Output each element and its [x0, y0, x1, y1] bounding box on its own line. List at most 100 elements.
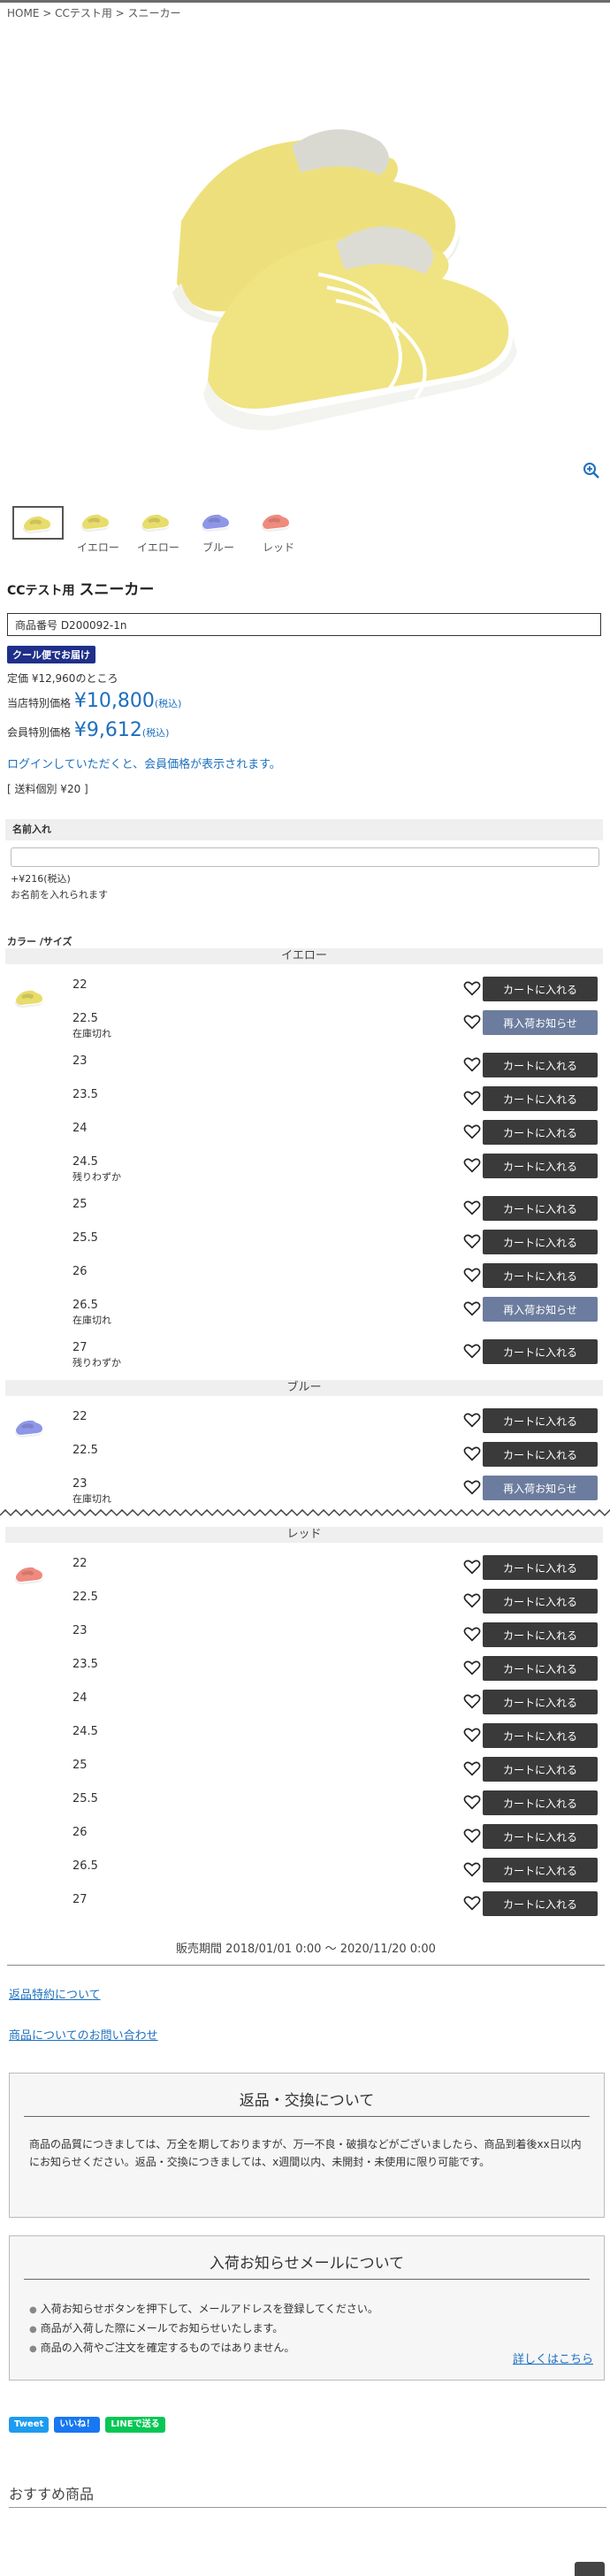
- size-label: 26.5: [72, 1859, 98, 1873]
- table-row: 25 カートに入れる: [5, 1753, 603, 1787]
- add-to-cart-button[interactable]: カートに入れる: [483, 1339, 598, 1364]
- favorite-heart-icon[interactable]: [463, 1233, 481, 1249]
- divider: [24, 2116, 590, 2117]
- add-to-cart-button[interactable]: カートに入れる: [483, 1690, 598, 1714]
- share-buttons: Tweet いいね！ LINEで送る: [9, 2417, 171, 2433]
- size-label: 24: [72, 1691, 88, 1705]
- product-inquiry-link[interactable]: 商品についてのお問い合わせ: [9, 2026, 158, 2043]
- add-to-cart-button[interactable]: カートに入れる: [483, 1442, 598, 1467]
- favorite-heart-icon[interactable]: [463, 1479, 481, 1495]
- thumbnail-1[interactable]: イエロー: [72, 506, 124, 555]
- thumbnail-3[interactable]: ブルー: [193, 506, 244, 555]
- size-label: 23.5: [72, 1088, 98, 1101]
- favorite-heart-icon[interactable]: [463, 1123, 481, 1139]
- table-row: 26 カートに入れる: [5, 1260, 603, 1293]
- add-to-cart-button[interactable]: カートに入れる: [483, 1622, 598, 1647]
- favorite-heart-icon[interactable]: [463, 1861, 481, 1877]
- size-label: 27: [72, 1341, 88, 1354]
- thumbnail-4[interactable]: レッド: [253, 506, 304, 555]
- add-to-cart-button[interactable]: カートに入れる: [483, 1555, 598, 1580]
- favorite-heart-icon[interactable]: [463, 1626, 481, 1642]
- thumbnail-image: [72, 506, 120, 536]
- favorite-heart-icon[interactable]: [463, 1559, 481, 1575]
- thumbnail-image: [12, 506, 64, 540]
- favorite-heart-icon[interactable]: [463, 1343, 481, 1359]
- login-note-link[interactable]: ログインしていただくと、会員価格が表示されます。: [7, 755, 281, 771]
- favorite-heart-icon[interactable]: [463, 1300, 481, 1316]
- add-to-cart-button[interactable]: カートに入れる: [483, 1196, 598, 1221]
- favorite-heart-icon[interactable]: [463, 1592, 481, 1608]
- table-row: 24 カートに入れる: [5, 1686, 603, 1720]
- favorite-heart-icon[interactable]: [463, 1727, 481, 1743]
- size-label: 25: [72, 1759, 88, 1772]
- favorite-heart-icon[interactable]: [463, 1895, 481, 1911]
- thumbnail-label: イエロー: [77, 541, 119, 554]
- favorite-heart-icon[interactable]: [463, 1445, 481, 1461]
- restock-notify-button[interactable]: 再入荷お知らせ: [483, 1297, 598, 1322]
- favorite-heart-icon[interactable]: [463, 1794, 481, 1810]
- favorite-heart-icon[interactable]: [463, 1828, 481, 1844]
- restock-notify-button[interactable]: 再入荷お知らせ: [483, 1010, 598, 1035]
- zoom-in-icon[interactable]: [583, 462, 600, 479]
- name-input[interactable]: [11, 847, 599, 867]
- returns-box-title: 返品・交換について: [239, 2092, 375, 2110]
- thumbnail-0[interactable]: [12, 506, 64, 555]
- add-to-cart-button[interactable]: カートに入れる: [483, 1723, 598, 1748]
- table-row: 26.5 在庫切れ 再入荷お知らせ: [5, 1293, 603, 1327]
- thumbnail-image: [193, 506, 240, 536]
- thumbnail-2[interactable]: イエロー: [133, 506, 184, 555]
- favorite-heart-icon[interactable]: [463, 1014, 481, 1030]
- add-to-cart-button[interactable]: カートに入れる: [483, 977, 598, 1001]
- product-brand: CCテスト用: [7, 584, 75, 598]
- table-row: 22.5 カートに入れる: [5, 1438, 603, 1472]
- favorite-heart-icon[interactable]: [463, 1090, 481, 1106]
- add-to-cart-button[interactable]: カートに入れる: [483, 1589, 598, 1614]
- favorite-heart-icon[interactable]: [463, 1660, 481, 1675]
- favorite-heart-icon[interactable]: [463, 1693, 481, 1709]
- favorite-heart-icon[interactable]: [463, 1267, 481, 1283]
- divider: [24, 2279, 590, 2280]
- add-to-cart-button[interactable]: カートに入れる: [483, 1230, 598, 1254]
- table-row: 25.5 カートに入れる: [5, 1787, 603, 1821]
- add-to-cart-button[interactable]: カートに入れる: [483, 1757, 598, 1782]
- product-main-image[interactable]: [0, 18, 610, 478]
- returns-policy-link[interactable]: 返品特約について: [9, 1985, 101, 2002]
- sales-period: 販売期間 2018/01/01 0:00 〜 2020/11/20 0:00: [7, 1939, 605, 1966]
- list-price: 定価 ¥12,960のところ: [7, 672, 118, 685]
- tweet-button[interactable]: Tweet: [9, 2417, 50, 2433]
- add-to-cart-button[interactable]: カートに入れる: [483, 1824, 598, 1849]
- add-to-cart-button[interactable]: カートに入れる: [483, 1891, 598, 1916]
- favorite-heart-icon[interactable]: [463, 1412, 481, 1428]
- add-to-cart-button[interactable]: カートに入れる: [483, 1053, 598, 1077]
- member-price-block: 会員特別価格 ¥9,612(税込): [7, 719, 169, 741]
- facebook-like-button[interactable]: いいね！: [54, 2417, 101, 2433]
- add-to-cart-button[interactable]: カートに入れる: [483, 1263, 598, 1288]
- add-to-cart-button[interactable]: カートに入れる: [483, 1790, 598, 1815]
- color-group-header: レッド: [5, 1527, 603, 1543]
- restock-notify-button[interactable]: 再入荷お知らせ: [483, 1476, 598, 1500]
- size-label: 22.5: [72, 1012, 98, 1025]
- restock-box-title: 入荷お知らせメールについて: [209, 2255, 405, 2273]
- add-to-cart-button[interactable]: カートに入れる: [483, 1408, 598, 1433]
- table-row: 25 カートに入れる: [5, 1192, 603, 1226]
- favorite-heart-icon[interactable]: [463, 1157, 481, 1173]
- favorite-heart-icon[interactable]: [463, 1056, 481, 1072]
- line-share-button[interactable]: LINEで送る: [105, 2417, 165, 2433]
- favorite-heart-icon[interactable]: [463, 980, 481, 996]
- stock-status: 残りわずか: [72, 1357, 121, 1368]
- add-to-cart-button[interactable]: カートに入れる: [483, 1154, 598, 1178]
- favorite-heart-icon[interactable]: [463, 1200, 481, 1215]
- table-row: 23 カートに入れる: [5, 1619, 603, 1652]
- favorite-heart-icon[interactable]: [463, 1760, 481, 1776]
- size-label: 22.5: [72, 1591, 98, 1604]
- name-option-hint: お名前を入れられます: [11, 889, 108, 901]
- top-bar: [0, 0, 610, 3]
- add-to-cart-button[interactable]: カートに入れる: [483, 1858, 598, 1882]
- size-label: 22.5: [72, 1444, 98, 1457]
- add-to-cart-button[interactable]: カートに入れる: [483, 1120, 598, 1145]
- table-row: 22 カートに入れる: [5, 1552, 603, 1585]
- details-link[interactable]: 詳しくはこちら: [513, 2350, 593, 2366]
- add-to-cart-button[interactable]: カートに入れる: [483, 1086, 598, 1111]
- back-to-top-button[interactable]: [575, 2562, 605, 2576]
- add-to-cart-button[interactable]: カートに入れる: [483, 1656, 598, 1681]
